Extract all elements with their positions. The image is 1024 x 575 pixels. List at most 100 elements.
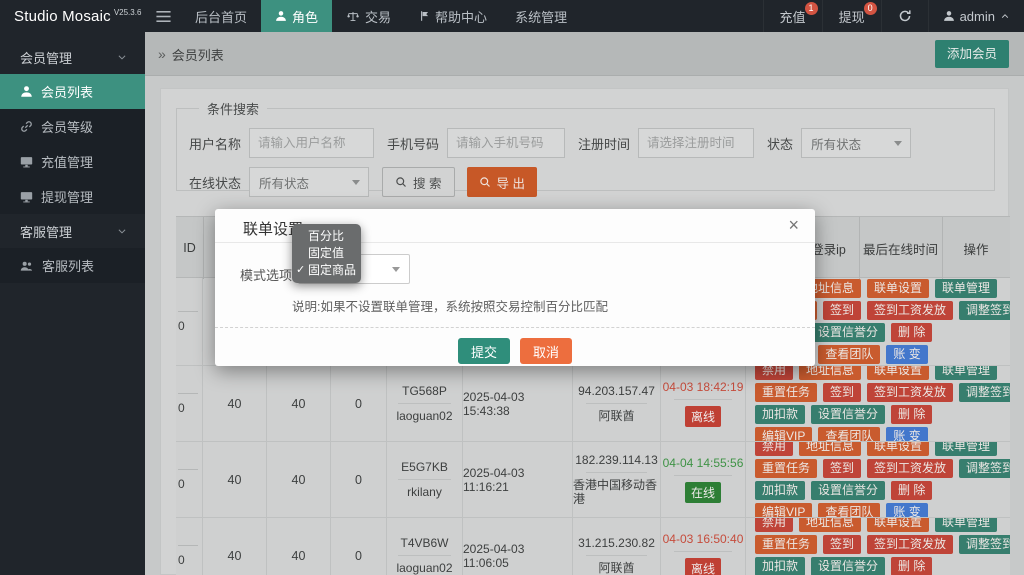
- cell-actions: 禁用地址信息联单设置联单管理重置任务签到签到工资发放调整签到天数编 辑加扣款设置…: [746, 442, 1010, 517]
- dropdown-option[interactable]: 百分比: [292, 228, 361, 245]
- action-button[interactable]: 账 变: [886, 427, 927, 441]
- cell-id: 0: [176, 366, 203, 441]
- phone-input[interactable]: [447, 128, 565, 158]
- action-line: 禁用地址信息联单设置联单管理: [755, 518, 1006, 532]
- scale-icon: [346, 10, 360, 23]
- action-button[interactable]: 查看团队: [818, 345, 880, 364]
- action-button[interactable]: 删 除: [891, 481, 932, 500]
- action-button[interactable]: 禁用: [755, 366, 793, 380]
- submit-button[interactable]: 提交: [458, 338, 510, 364]
- action-button[interactable]: 设置信誉分: [811, 405, 885, 424]
- action-button[interactable]: 重置任务: [755, 535, 817, 554]
- action-button[interactable]: 重置任务: [755, 383, 817, 402]
- add-member-button[interactable]: 添加会员: [935, 40, 1009, 68]
- refresh-icon[interactable]: [881, 0, 928, 32]
- action-button[interactable]: 签到: [823, 535, 861, 554]
- cancel-button[interactable]: 取消: [520, 338, 572, 364]
- action-line: 重置任务签到签到工资发放调整签到天数编 辑: [755, 459, 1006, 478]
- status-select[interactable]: 所有状态: [801, 128, 911, 158]
- search-button[interactable]: 搜 索: [382, 167, 454, 197]
- action-button[interactable]: 删 除: [891, 557, 932, 575]
- user-menu[interactable]: admin: [928, 0, 1024, 32]
- action-line: 加扣款设置信誉分删 除: [755, 405, 1006, 424]
- action-button[interactable]: 编辑VIP: [755, 503, 812, 517]
- action-button[interactable]: 账 变: [886, 503, 927, 517]
- action-button[interactable]: 联单管理: [935, 366, 997, 380]
- action-button[interactable]: 地址信息: [799, 442, 861, 456]
- ip-address: 31.215.230.82: [578, 536, 655, 550]
- action-button[interactable]: 删 除: [891, 323, 932, 342]
- action-button[interactable]: 查看团队: [818, 503, 880, 517]
- action-button[interactable]: 账 变: [886, 345, 927, 364]
- cell-divider: [586, 472, 647, 473]
- action-button[interactable]: 联单设置: [867, 518, 929, 532]
- action-button[interactable]: 签到: [823, 459, 861, 478]
- action-button[interactable]: 签到: [823, 383, 861, 402]
- cell-id: 0: [176, 442, 203, 517]
- action-button[interactable]: 加扣款: [755, 405, 805, 424]
- action-button[interactable]: 加扣款: [755, 481, 805, 500]
- regtime-input[interactable]: [638, 128, 754, 158]
- sidebar-item-withdraw-mgmt[interactable]: 提现管理: [0, 179, 145, 214]
- close-icon[interactable]: ×: [788, 215, 799, 235]
- nav-item-dashboard[interactable]: 后台首页: [181, 0, 261, 32]
- dropdown-option[interactable]: 固定值: [292, 245, 361, 262]
- action-button[interactable]: 禁用: [755, 442, 793, 456]
- action-button[interactable]: 联单管理: [935, 518, 997, 532]
- action-button[interactable]: 删 除: [891, 405, 932, 424]
- action-button[interactable]: 加扣款: [755, 557, 805, 575]
- sidebar-group-members[interactable]: 会员管理: [0, 40, 145, 74]
- sidebar-item-member-list[interactable]: 会员列表: [0, 74, 145, 109]
- action-button[interactable]: 联单设置: [867, 366, 929, 380]
- search-row-1: 用户名称 手机号码 注册时间 状态 所有状态: [189, 128, 982, 158]
- action-button[interactable]: 签到工资发放: [867, 459, 953, 478]
- phone-label: 手机号码: [387, 134, 439, 153]
- action-button[interactable]: 编辑VIP: [755, 427, 812, 441]
- hamburger-icon[interactable]: [145, 0, 181, 32]
- action-button[interactable]: 签到工资发放: [867, 535, 953, 554]
- last-online-time: 04-03 16:50:40: [663, 532, 744, 546]
- action-button[interactable]: 地址信息: [799, 366, 861, 380]
- action-button[interactable]: 联单设置: [867, 442, 929, 456]
- action-button[interactable]: 调整签到天数: [959, 301, 1010, 320]
- action-button[interactable]: 签到工资发放: [867, 301, 953, 320]
- nav-item-system[interactable]: 系统管理: [501, 0, 581, 32]
- export-button[interactable]: 导 出: [467, 167, 537, 197]
- sidebar-group-support[interactable]: 客服管理: [0, 214, 145, 248]
- action-button[interactable]: 设置信誉分: [811, 481, 885, 500]
- action-button[interactable]: 联单管理: [935, 279, 997, 298]
- sidebar-item-member-level[interactable]: 会员等级: [0, 109, 145, 144]
- online-status-select[interactable]: 所有状态: [249, 167, 369, 197]
- action-button[interactable]: 调整签到天数: [959, 383, 1010, 402]
- action-button[interactable]: 查看团队: [818, 427, 880, 441]
- sidebar-item-support-list[interactable]: 客服列表: [0, 248, 145, 283]
- action-line: 加扣款设置信誉分删 除: [755, 481, 1006, 500]
- action-button[interactable]: 签到工资发放: [867, 383, 953, 402]
- action-button[interactable]: 签到: [823, 301, 861, 320]
- nav-item-roles[interactable]: 角色: [261, 0, 332, 32]
- withdraw-label: 提现: [839, 7, 865, 26]
- username-input[interactable]: [249, 128, 374, 158]
- monitor-icon: [20, 156, 33, 168]
- action-button[interactable]: 调整签到天数: [959, 459, 1010, 478]
- cell-divider: [674, 475, 733, 476]
- dropdown-option[interactable]: ✓固定商品: [292, 262, 361, 279]
- action-button[interactable]: 设置信誉分: [811, 323, 885, 342]
- cell-actions: 禁用地址信息联单设置联单管理重置任务签到签到工资发放调整签到天数编 辑加扣款设置…: [746, 366, 1010, 441]
- action-button[interactable]: 调整签到天数: [959, 535, 1010, 554]
- search-panel: 条件搜索 用户名称 手机号码 注册时间 状态 所有状态: [176, 99, 995, 191]
- recharge-button[interactable]: 充值 1: [763, 0, 822, 32]
- action-button[interactable]: 设置信誉分: [811, 557, 885, 575]
- action-button[interactable]: 地址信息: [799, 518, 861, 532]
- cell-divider: [674, 551, 733, 552]
- action-button[interactable]: 联单设置: [867, 279, 929, 298]
- sidebar-item-recharge-mgmt[interactable]: 充值管理: [0, 144, 145, 179]
- action-button[interactable]: 重置任务: [755, 459, 817, 478]
- action-button[interactable]: 联单管理: [935, 442, 997, 456]
- search-button-label: 搜 索: [413, 173, 441, 192]
- nav-item-help[interactable]: 帮助中心: [405, 0, 501, 32]
- cell-register-time: 2025-04-03 11:06:05: [463, 518, 573, 575]
- withdraw-button[interactable]: 提现 0: [822, 0, 881, 32]
- nav-item-trade[interactable]: 交易: [332, 0, 405, 32]
- action-button[interactable]: 禁用: [755, 518, 793, 532]
